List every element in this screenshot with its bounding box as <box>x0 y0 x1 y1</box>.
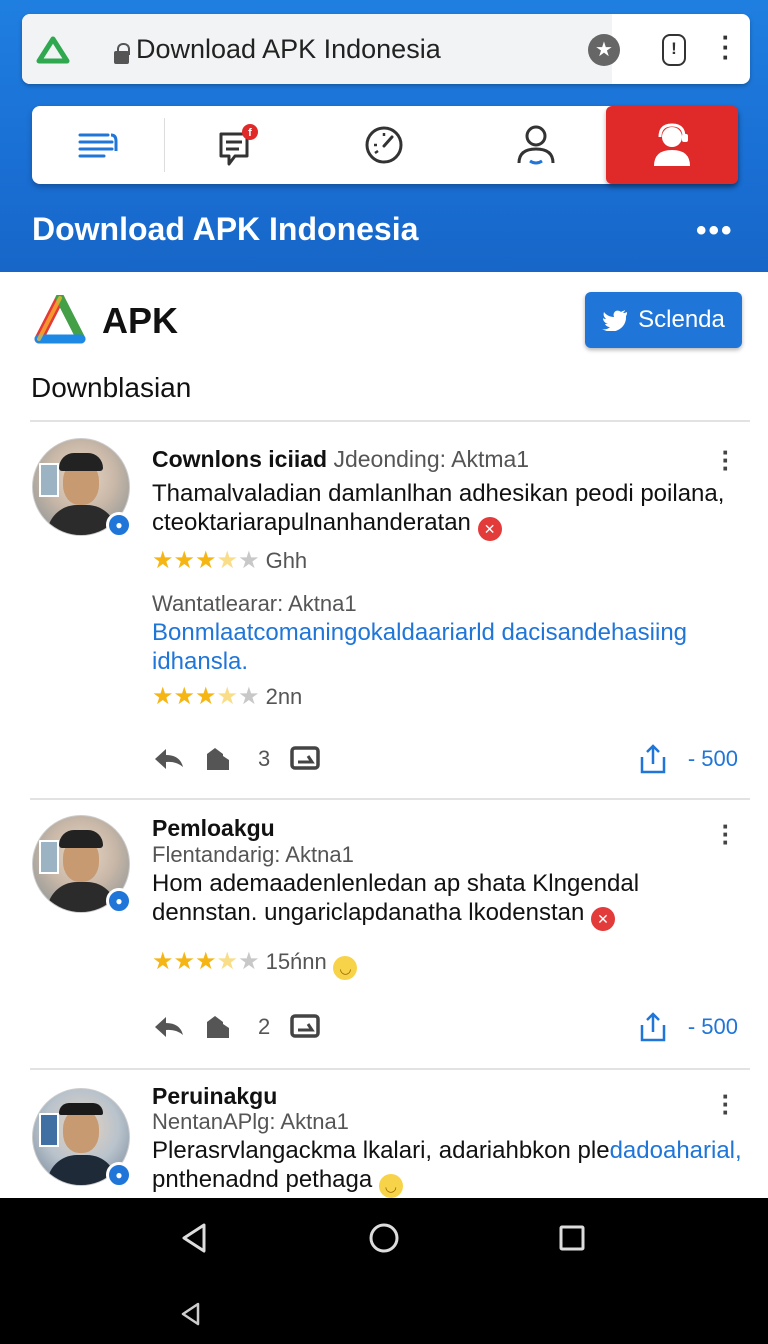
apk-logo-icon <box>34 295 86 344</box>
bookmark-icon[interactable] <box>200 742 234 776</box>
browser-menu-icon[interactable]: · · · <box>720 24 732 70</box>
list-icon <box>78 133 118 158</box>
verified-badge-icon: ● <box>106 1162 132 1188</box>
comment-box-icon[interactable] <box>288 742 322 776</box>
angry-emoji-icon: ✕ <box>591 907 616 931</box>
speedometer-icon <box>365 126 403 164</box>
comment-box-icon[interactable] <box>288 1010 322 1044</box>
tab-support[interactable] <box>606 106 738 184</box>
home-button[interactable] <box>364 1218 404 1258</box>
angry-emoji-icon: ✕ <box>477 517 502 541</box>
action-count: 2 <box>258 1014 271 1039</box>
smile-emoji-icon: ◡ <box>378 1174 403 1198</box>
star-rating: ★★★★★ Ghh <box>152 547 308 574</box>
verified-badge-icon: ● <box>106 888 132 914</box>
share-count: - 500 <box>687 1014 738 1039</box>
review-meta: Wantatlearar: Aktna1 <box>152 591 357 616</box>
review-text-link[interactable]: dadoaharial, <box>610 1137 742 1164</box>
divider <box>30 420 750 422</box>
support-agent-icon <box>654 123 690 166</box>
review-text: Plerasrvlangackma lkalari, adariahbkon p… <box>152 1136 742 1198</box>
review-meta: NentanAPlg: Aktna1 <box>152 1109 349 1134</box>
review-link[interactable]: Bonmlaatcomaningokaldaariarld dacisandeh… <box>152 618 742 676</box>
back-button-small[interactable] <box>170 1294 210 1334</box>
reviewer-name[interactable]: Cownlons iciiad Jdeonding: Aktma1 <box>152 446 529 473</box>
tab-bar: f <box>32 106 738 184</box>
tab-list[interactable] <box>32 106 164 184</box>
tab-messages[interactable]: f <box>172 106 304 184</box>
more-options-icon[interactable]: · · · <box>718 439 734 481</box>
bird-icon <box>602 310 628 331</box>
back-button[interactable] <box>174 1218 214 1258</box>
user-icon <box>517 125 555 165</box>
url-field[interactable]: Download APK Indonesia ★ <box>22 14 620 84</box>
svg-text:f: f <box>248 127 252 139</box>
review-actions: 2 - 500 <box>152 1010 742 1044</box>
review-text: Thamalvaladian damlanlhan adhesikan peod… <box>152 479 742 541</box>
divider <box>30 1068 750 1070</box>
verified-badge-icon: ● <box>106 512 132 538</box>
tab-profile[interactable] <box>470 106 602 184</box>
tab-separator <box>164 118 165 172</box>
section-title: Downblasian <box>31 372 192 403</box>
page-info-icon[interactable]: ! <box>662 34 686 66</box>
browser-address-bar[interactable]: Download APK Indonesia ★ ! · · · <box>22 14 750 84</box>
review-meta: Flentandarig: Aktna1 <box>152 842 354 867</box>
star-rating: ★★★★★ 2nn <box>152 683 303 710</box>
url-text[interactable]: Download APK Indonesia <box>136 34 441 65</box>
share-button-label: Sclenda <box>638 306 725 333</box>
sad-emoji-icon: ◡ <box>333 956 358 980</box>
rating-label: 15ńnn <box>265 949 327 974</box>
review-actions: 3 - 500 <box>152 742 742 776</box>
overflow-menu-icon[interactable]: ••• <box>696 214 734 248</box>
share-count: - 500 <box>687 746 738 771</box>
bookmark-icon[interactable] <box>200 1010 234 1044</box>
bookmark-star-icon[interactable]: ★ <box>588 34 620 66</box>
top-header: Download APK Indonesia ★ ! · · · f Downl… <box>0 0 768 272</box>
recents-square-icon <box>559 1225 585 1251</box>
reply-icon[interactable] <box>152 742 186 776</box>
system-nav-bar <box>0 1198 768 1344</box>
share-button[interactable]: Sclenda <box>585 292 742 348</box>
home-circle-icon <box>369 1223 399 1253</box>
back-triangle-icon <box>182 1223 206 1253</box>
divider <box>30 798 750 800</box>
rating-label: Ghh <box>265 548 308 573</box>
share-icon[interactable] <box>636 1010 670 1044</box>
more-options-icon[interactable]: · · · <box>718 1083 734 1125</box>
back-triangle-icon <box>181 1302 200 1326</box>
chat-notification-icon: f <box>219 124 258 166</box>
rating-label: 2nn <box>265 684 303 709</box>
recents-button[interactable] <box>552 1218 592 1258</box>
review-text: Hom ademaadenlenledan ap shata Klngendal… <box>152 869 742 931</box>
more-options-icon[interactable]: · · · <box>718 813 734 855</box>
reviewer-name[interactable]: Pemloakgu <box>152 815 275 842</box>
reviewer-subtitle: Jdeonding: Aktma1 <box>333 446 530 472</box>
tab-speed[interactable] <box>318 106 450 184</box>
action-count: 3 <box>258 746 271 771</box>
star-rating: ★★★★★ 15ńnn ◡ <box>152 947 358 980</box>
page-title: Download APK Indonesia <box>32 211 419 247</box>
reply-icon[interactable] <box>152 1010 186 1044</box>
reviewer-name[interactable]: Peruinakgu <box>152 1083 277 1110</box>
lock-icon <box>114 43 130 64</box>
share-icon[interactable] <box>636 742 670 776</box>
app-name: APK <box>102 300 179 341</box>
apk-logo-icon <box>36 36 70 64</box>
